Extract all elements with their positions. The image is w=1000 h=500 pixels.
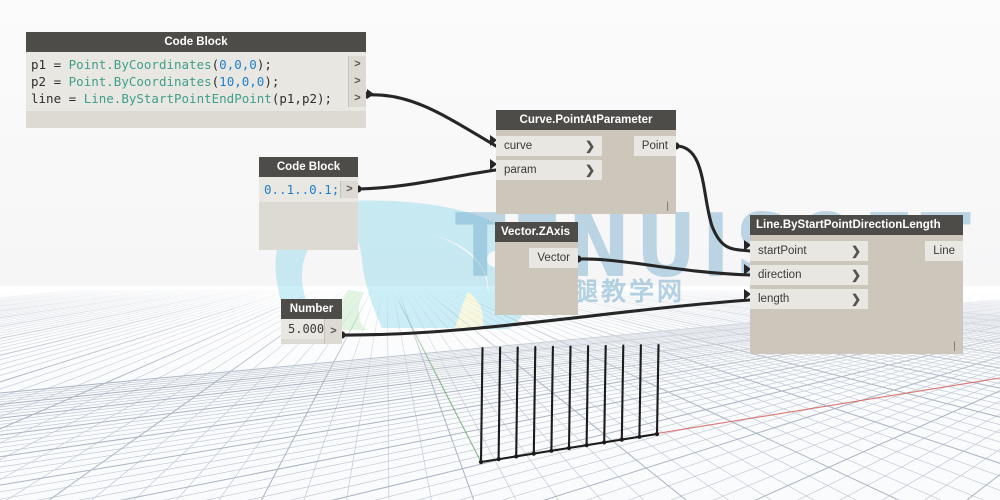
code-token: 0..1..0.1; <box>264 182 340 197</box>
code-line: p2 = Point.ByCoordinates(10,0,0); <box>26 73 366 90</box>
input-port-length[interactable]: length ❯ <box>750 289 868 309</box>
input-port-direction[interactable]: direction ❯ <box>750 265 868 285</box>
output-port[interactable]: > <box>348 90 366 107</box>
output-port[interactable]: > <box>348 73 366 90</box>
code-line: p1 = Point.ByCoordinates(0,0,0); <box>26 56 366 73</box>
node-line-by-start-point-direction-length[interactable]: Line.ByStartPointDirectionLength startPo… <box>750 215 963 354</box>
code-token: ); <box>264 74 280 89</box>
chevron-right-icon: ❯ <box>850 292 861 306</box>
code-token: Point.ByCoordinates <box>68 74 212 89</box>
node-title: Code Block <box>259 157 358 177</box>
node-title: Curve.PointAtParameter <box>496 110 676 130</box>
code-editor[interactable]: p1 = Point.ByCoordinates(0,0,0); p2 = Poi… <box>26 52 366 111</box>
chevron-right-icon: ❯ <box>850 268 861 282</box>
node-code-block-1[interactable]: Code Block p1 = Point.ByCoordinates(0,0,… <box>26 32 366 128</box>
output-port-vector[interactable]: Vector <box>529 248 578 268</box>
chevron-right-icon: ❯ <box>584 139 595 153</box>
node-code-block-2[interactable]: Code Block 0..1..0.1; > <box>259 157 358 250</box>
node-title: Number <box>281 299 342 319</box>
output-port-line[interactable]: Line <box>925 241 963 261</box>
node-resize-handle[interactable]: | <box>953 341 956 352</box>
port-label: startPoint <box>758 245 807 257</box>
input-port-param[interactable]: param ❯ <box>496 160 602 180</box>
port-label: param <box>504 164 537 176</box>
code-token: Line.ByStartPointEndPoint <box>83 91 272 106</box>
code-token: p1 = <box>31 57 69 72</box>
code-line: line = Line.ByStartPointEndPoint(p1,p2); <box>26 90 366 107</box>
code-token: ); <box>256 57 272 72</box>
output-ports[interactable]: > > > <box>348 56 366 107</box>
output-port-point[interactable]: Point <box>633 136 676 156</box>
input-port-startpoint[interactable]: startPoint ❯ <box>750 241 868 261</box>
node-vector-zaxis[interactable]: Vector.ZAxis Vector <box>495 222 578 315</box>
port-label: curve <box>504 140 533 152</box>
code-token: line = <box>31 91 84 106</box>
node-title: Vector.ZAxis <box>495 222 578 242</box>
port-label: direction <box>758 269 802 281</box>
node-title: Code Block <box>26 32 366 52</box>
code-token: Point.ByCoordinates <box>68 57 212 72</box>
output-port[interactable]: > <box>340 181 358 198</box>
input-port-curve[interactable]: curve ❯ <box>496 136 602 156</box>
output-port[interactable]: > <box>348 56 366 73</box>
node-curve-point-at-parameter[interactable]: Curve.PointAtParameter curve ❯ param ❯ Poin… <box>496 110 676 214</box>
code-token: 0,0,0 <box>219 57 257 72</box>
chevron-right-icon: ❯ <box>850 244 861 258</box>
code-token: p2 = <box>31 74 69 89</box>
node-resize-handle[interactable]: | <box>666 201 669 212</box>
number-value-input[interactable]: 5.000 <box>281 319 324 339</box>
dynamo-workspace: TENUISOFT 腿腿教学网 Code Block p1 = Point.By… <box>0 0 1000 500</box>
code-token: 10,0,0 <box>219 74 265 89</box>
port-label: length <box>758 293 790 305</box>
node-title: Line.ByStartPointDirectionLength <box>750 215 963 235</box>
output-ports[interactable]: > <box>340 181 358 198</box>
code-token: (p1,p2); <box>271 91 333 106</box>
output-port[interactable]: > <box>324 319 342 344</box>
node-number[interactable]: Number 5.000 > <box>281 299 342 344</box>
chevron-right-icon: ❯ <box>584 163 595 177</box>
